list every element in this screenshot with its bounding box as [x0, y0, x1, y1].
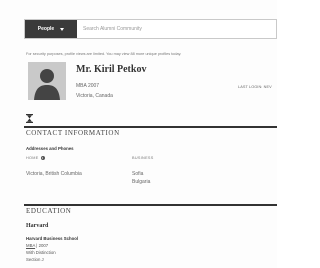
- search-scope-dropdown[interactable]: People: [25, 20, 77, 38]
- section-rule: [24, 204, 277, 206]
- education-degree-link[interactable]: MBA: [26, 243, 35, 248]
- education-year: | 2007: [35, 243, 49, 248]
- contact-section-title: CONTACT INFORMATION: [26, 129, 120, 137]
- profile-name: Mr. Kiril Petkov: [76, 64, 147, 75]
- profile-photo-placeholder: [28, 62, 66, 100]
- profile-view-limit-notice: For security purposes, profile views are…: [26, 52, 182, 56]
- home-address: Victoria, British Columbia: [26, 171, 82, 177]
- home-label: HOME: [26, 156, 39, 160]
- search-bar: People: [24, 19, 277, 39]
- education-honor: With Distinction: [26, 250, 56, 255]
- search-input[interactable]: [77, 20, 276, 38]
- business-label-row: BUSINESS: [132, 156, 154, 160]
- last-login: LAST LOGIN: NEV: [238, 85, 272, 89]
- search-scope-label: People: [37, 26, 55, 32]
- business-label: BUSINESS: [132, 156, 154, 160]
- chevron-down-icon: [60, 27, 65, 31]
- addresses-phones-heading: Addresses and Phones: [26, 146, 74, 151]
- person-silhouette-icon: [28, 62, 66, 100]
- profile-degree-year: MBA 2007: [76, 83, 100, 89]
- section-rule: [24, 126, 277, 128]
- profile-page: People For security purposes, profile vi…: [0, 0, 277, 268]
- business-country: Bulgaria: [132, 179, 151, 185]
- education-section-title: EDUCATION: [26, 207, 72, 215]
- home-label-row: HOME i: [26, 156, 45, 160]
- education-degree-line: MBA | 2007: [26, 243, 48, 248]
- education-institution: Harvard: [26, 223, 49, 229]
- education-school: Harvard Business School: [26, 236, 79, 241]
- business-city: Sofia: [132, 171, 144, 177]
- education-section: Section J: [26, 257, 44, 262]
- profile-location: Victoria, Canada: [76, 93, 113, 99]
- info-icon[interactable]: i: [40, 156, 45, 160]
